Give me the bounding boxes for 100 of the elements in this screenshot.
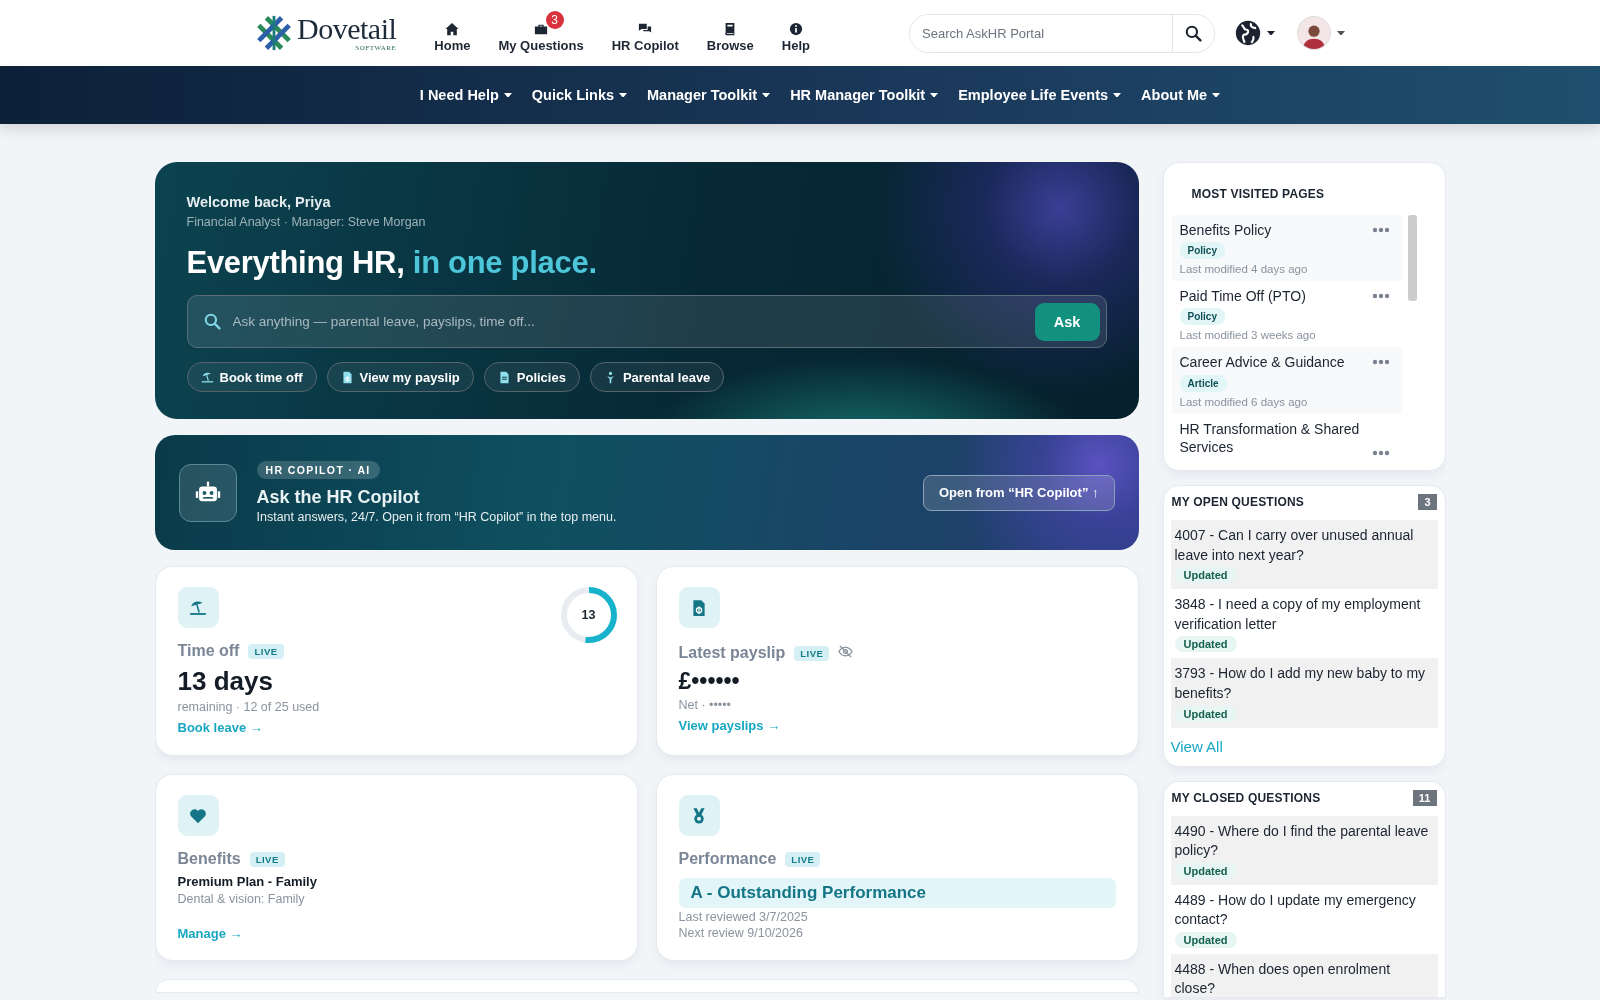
menu-link[interactable]: Employee Life Events — [950, 81, 1130, 109]
modified-text: Last modified 6 days ago — [1179, 395, 1309, 408]
language-button[interactable] — [1235, 20, 1275, 46]
caret-icon — [503, 92, 512, 98]
more-icon[interactable] — [1371, 359, 1390, 366]
card-title: Latest payslip — [678, 644, 786, 662]
more-icon[interactable] — [1371, 227, 1390, 233]
quick-action-chip[interactable]: Policies — [483, 362, 580, 392]
panel-title: MOST VISITED PAGES — [1190, 187, 1326, 201]
caret-icon — [1267, 30, 1275, 36]
panel-title: MY OPEN QUESTIONS — [1171, 494, 1305, 509]
review-date: Next review 9/10/2026 — [678, 926, 804, 940]
question-text: 4490 - Where do I find the parental leave policy? — [1174, 821, 1430, 861]
live-badge: LIVE — [785, 851, 821, 867]
question-item[interactable]: 4490 - Where do I find the parental leave policy? Updated — [1170, 815, 1438, 885]
stat-value: 13 days — [177, 666, 274, 697]
status-tag: Updated — [1174, 862, 1237, 879]
copilot-tag: HR COPILOT · AI — [256, 461, 380, 479]
question-text: 4489 - How do I update my emergency contact? — [1174, 890, 1417, 930]
menu-link[interactable]: Manager Toolkit — [639, 81, 779, 109]
nav-link[interactable]: Home — [422, 9, 483, 57]
quick-action-chip[interactable]: Book time off — [186, 362, 317, 392]
document-dollar-icon — [340, 370, 354, 384]
count-badge: 11 — [1412, 789, 1437, 806]
copilot-title: Ask the HR Copilot — [256, 487, 420, 508]
question-item[interactable]: 3793 - How do I add my new baby to my benefits? Updated — [1170, 658, 1438, 728]
caret-icon — [1337, 30, 1345, 36]
nav-link[interactable]: HR Copilot — [599, 9, 691, 57]
heart-icon — [189, 806, 207, 825]
welcome-text: Welcome back, Priya — [186, 194, 332, 210]
nav-link[interactable]: Help — [769, 9, 822, 57]
question-item[interactable]: 4489 - How do I update my emergency contact? Updated — [1170, 884, 1438, 954]
house-icon — [445, 21, 460, 36]
modified-text: Last modified 4 days ago — [1179, 263, 1309, 276]
copilot-description: Instant answers, 24/7. Open it from “HR Copilot” in the top menu. — [256, 510, 617, 524]
profile-menu[interactable] — [1297, 16, 1345, 50]
status-tag: Updated — [1174, 705, 1237, 722]
status-tag: Updated — [1174, 636, 1237, 653]
card-title: Time off — [177, 642, 240, 660]
ask-field[interactable]: Ask anything — parental leave, payslips, time off... Ask — [186, 295, 1107, 348]
more-icon[interactable] — [1371, 293, 1390, 300]
info-icon — [788, 21, 803, 36]
caret-icon — [1212, 92, 1221, 98]
caret-icon — [619, 92, 627, 98]
eye-slash-icon[interactable] — [838, 644, 854, 659]
menu-link[interactable]: Quick Links — [523, 81, 635, 109]
progress-ring — [558, 585, 619, 645]
stat-note: remaining · 12 of 25 used — [177, 700, 321, 714]
brand-name: Dovetail — [297, 14, 397, 44]
quick-action-chip[interactable]: View my payslip — [326, 362, 474, 392]
card-title: Performance — [678, 850, 777, 868]
nav-link[interactable]: Browse — [694, 9, 766, 57]
page-list-item[interactable]: HR Transformation & Shared Services — [1171, 413, 1402, 462]
page-type-tag: Article — [1179, 374, 1227, 392]
menu-link[interactable]: HR Manager Toolkit — [782, 81, 947, 109]
panel-title: MY CLOSED QUESTIONS — [1171, 790, 1321, 805]
document-icon — [497, 370, 511, 384]
search-icon — [1185, 24, 1202, 42]
status-tag: Updated — [1174, 567, 1237, 584]
live-badge: LIVE — [794, 645, 830, 661]
caret-icon — [762, 92, 771, 98]
page-list-item[interactable]: Career Advice & Guidance Article Last modified 6 days ago — [1171, 347, 1402, 414]
more-icon[interactable] — [1371, 449, 1390, 456]
question-item[interactable]: 4488 - When does open enrolment close? — [1170, 953, 1438, 997]
count-badge: 3 — [545, 10, 564, 29]
ask-button[interactable]: Ask — [1034, 302, 1100, 341]
stat-note: Net · ••••• — [678, 698, 732, 712]
menu-link[interactable]: I Need Help — [411, 81, 520, 109]
hero-headline: Everything HR, in one place. — [186, 245, 598, 281]
question-item[interactable]: 3848 - I need a copy of my employment verification letter Updated — [1170, 589, 1438, 659]
question-text: 4007 - Can I carry over unused annual leave into next year? — [1174, 525, 1415, 565]
search-icon — [203, 313, 221, 330]
modified-text: Last modified 3 weeks ago — [1179, 329, 1317, 342]
page-title: Benefits Policy — [1179, 221, 1273, 240]
live-badge: LIVE — [249, 851, 285, 867]
question-text: 3793 - How do I add my new baby to my benefits? — [1174, 664, 1427, 703]
search-button[interactable] — [1172, 14, 1214, 52]
page-title: HR Transformation & Shared Services — [1179, 419, 1361, 456]
nav-link[interactable]: My Questions 3 — [486, 9, 596, 57]
page-list-item[interactable]: Benefits Policy Policy Last modified 4 days ago — [1171, 215, 1402, 282]
globe-icon — [1235, 20, 1261, 46]
question-item[interactable]: 4007 - Can I carry over unused annual leave into next year? Updated — [1170, 519, 1438, 590]
quick-action-chip[interactable]: Parental leave — [589, 362, 725, 392]
document-dollar-icon — [690, 598, 708, 617]
search-field[interactable]: Search AskHR Portal — [909, 13, 1215, 53]
count-badge: 3 — [1418, 493, 1437, 510]
caret-icon — [930, 92, 939, 98]
stat-value: £•••••• — [678, 668, 741, 695]
ring-value: 13 — [581, 608, 596, 622]
page-list-item[interactable]: Paid Time Off (PTO) Policy Last modified 3 weeks ago — [1171, 281, 1402, 348]
beach-umbrella-icon — [200, 370, 214, 384]
page-type-tag: Policy — [1179, 242, 1225, 260]
role-text: Financial Analyst · Manager: Steve Morgan — [186, 215, 427, 229]
plan-name: Premium Plan - Family — [177, 874, 318, 889]
page-title: Career Advice & Guidance — [1179, 353, 1346, 372]
card-title: Benefits — [177, 850, 241, 868]
question-text: 4488 - When does open enrolment close? — [1174, 959, 1392, 997]
open-copilot-button[interactable]: Open from “HR Copilot” ↑ — [922, 474, 1115, 511]
scrollbar-thumb[interactable] — [1407, 215, 1417, 301]
menu-link[interactable]: About Me — [1133, 81, 1229, 109]
